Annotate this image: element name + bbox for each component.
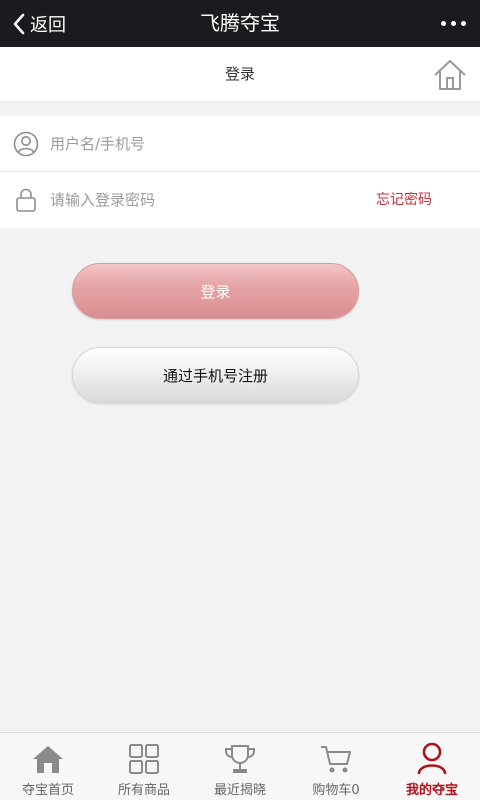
more-dot-icon [451, 21, 456, 26]
nav-item-home[interactable]: 夺宝首页 [0, 733, 96, 800]
trophy-icon [223, 733, 257, 777]
nav-item-latest-results[interactable]: 最近揭晓 [192, 733, 288, 800]
forgot-password-link[interactable]: 忘记密码 [376, 172, 432, 228]
user-icon [416, 733, 448, 777]
password-row: 忘记密码 [0, 172, 480, 228]
grid-icon [128, 733, 160, 777]
username-row [0, 116, 480, 172]
back-label: 返回 [30, 14, 66, 36]
nav-item-my-account[interactable]: 我的夺宝 [384, 733, 480, 800]
more-dot-icon [441, 21, 446, 26]
back-button[interactable]: 返回 [12, 0, 66, 47]
home-button[interactable] [432, 58, 468, 92]
nav-item-cart[interactable]: 购物车0 [288, 733, 384, 800]
bottom-nav: 夺宝首页 所有商品 最近揭晓 购物车0 我的夺宝 [0, 732, 480, 800]
username-input[interactable] [50, 123, 350, 164]
lock-icon [0, 187, 50, 213]
chevron-left-icon [13, 13, 25, 34]
home-icon [31, 733, 65, 777]
nav-label: 购物车0 [312, 783, 360, 798]
home-outline-icon [434, 60, 466, 90]
page-header: 登录 [0, 47, 480, 102]
nav-label: 最近揭晓 [213, 783, 266, 798]
more-menu-button[interactable] [441, 0, 466, 47]
nav-item-all-products[interactable]: 所有商品 [96, 733, 192, 800]
nav-label: 夺宝首页 [21, 783, 74, 798]
top-bar: 返回 飞腾夺宝 [0, 0, 480, 47]
nav-label: 我的夺宝 [405, 783, 458, 798]
app-title: 飞腾夺宝 [200, 11, 280, 35]
register-by-phone-button[interactable]: 通过手机号注册 [72, 347, 359, 403]
cart-icon [319, 733, 353, 777]
password-input[interactable] [50, 180, 350, 220]
login-form: 忘记密码 [0, 116, 480, 228]
login-button[interactable]: 登录 [72, 263, 359, 319]
nav-label: 所有商品 [117, 783, 170, 798]
page-title: 登录 [224, 65, 255, 83]
more-dot-icon [461, 21, 466, 26]
user-outline-icon [0, 131, 50, 157]
